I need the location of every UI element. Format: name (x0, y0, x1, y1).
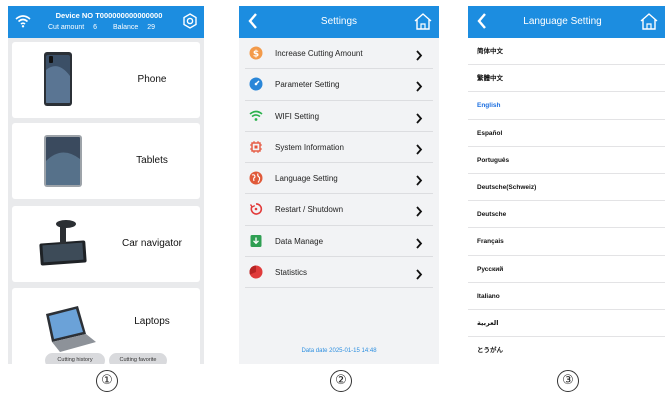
category-card-phone[interactable]: Phone (12, 42, 200, 118)
cut-amount-value: 6 (93, 24, 98, 31)
menu-item-wifi-setting[interactable]: WIFI Setting (245, 101, 433, 132)
category-label: Car navigator (121, 238, 183, 249)
language-item[interactable]: 简体中文 (468, 38, 665, 66)
page-title: Language Setting (523, 16, 602, 27)
home-header: Device NO T000000000000000 Cut amount 6 … (8, 6, 204, 38)
chevron-right-icon (415, 79, 423, 97)
menu-item-data-manage[interactable]: Data Manage (245, 226, 433, 258)
menu-item-restart-shutdown[interactable]: Restart / Shutdown (245, 194, 433, 226)
language-item[interactable]: Deutsche (468, 201, 665, 229)
category-label: Phone (137, 74, 167, 85)
menu-item-label: Statistics (275, 268, 308, 278)
settings-header: Settings (239, 6, 439, 38)
tablet-image (22, 131, 102, 191)
chevron-right-icon (415, 48, 423, 66)
language-item[interactable]: Français (468, 228, 665, 256)
language-list: 简体中文 繁體中文 English Español Português Deut… (468, 38, 665, 364)
cut-amount-label: Cut amount (48, 24, 85, 31)
laptop-image (22, 296, 102, 356)
balance-value: 29 (147, 24, 156, 31)
settings-menu: $ Increase Cutting Amount Parameter Sett… (239, 38, 439, 289)
cutting-favorite-button[interactable]: Cutting favorite (109, 353, 167, 364)
data-date: Data date 2025-01-15 14:48 (301, 348, 377, 354)
balance-label: Balance (113, 24, 139, 31)
globe-icon (249, 171, 263, 185)
menu-item-label: WIFI Setting (275, 111, 320, 121)
language-item[interactable]: Italiano (468, 283, 665, 310)
menu-item-label: Restart / Shutdown (275, 205, 344, 215)
menu-item-label: System Information (275, 142, 344, 152)
language-setting-screen: Language Setting 简体中文 繁體中文 English Españ… (468, 6, 665, 364)
language-item[interactable]: Português (468, 147, 665, 174)
menu-item-increase-cutting-amount[interactable]: $ Increase Cutting Amount (245, 38, 433, 70)
pie-chart-icon (249, 265, 263, 279)
device-number: Device NO T000000000000000 (55, 11, 163, 20)
screen-caption-1: ① (96, 370, 118, 392)
language-item[interactable]: العربية (468, 310, 665, 338)
chip-icon (249, 140, 263, 154)
language-item[interactable]: Deutsche(Schweiz) (468, 174, 665, 202)
category-card-tablets[interactable]: Tablets (12, 123, 200, 199)
page-title: Settings (320, 16, 358, 27)
language-item[interactable]: 繁體中文 (468, 65, 665, 93)
menu-item-label: Language Setting (275, 174, 338, 184)
device-stats: Cut amount 6 Balance 29 (48, 24, 158, 31)
wifi-icon (249, 109, 263, 123)
menu-item-label: Increase Cutting Amount (275, 49, 363, 58)
language-item[interactable]: とうがん (468, 337, 665, 364)
language-header: Language Setting (468, 6, 665, 38)
chevron-right-icon (415, 204, 423, 222)
phone-image (22, 50, 102, 110)
screen-caption-2: ② (330, 370, 352, 392)
dollar-icon: $ (249, 46, 263, 60)
category-label: Laptops (134, 316, 170, 327)
svg-text:$: $ (253, 49, 259, 59)
screen-caption-3: ③ (557, 370, 579, 392)
gear-icon[interactable] (182, 13, 198, 34)
car-navigator-image (22, 214, 102, 274)
chevron-right-icon (415, 173, 423, 191)
category-label: Tablets (136, 155, 168, 166)
menu-item-system-information[interactable]: System Information (245, 132, 433, 164)
restart-icon (249, 202, 263, 216)
home-icon[interactable] (639, 12, 659, 36)
settings-screen: Settings $ Increase Cutting Amount Param… (239, 6, 439, 364)
menu-item-label: Data Manage (275, 236, 324, 246)
language-item[interactable]: Русский (468, 256, 665, 283)
category-card-laptops[interactable]: Laptops (12, 288, 200, 364)
menu-item-language-setting[interactable]: Language Setting (245, 163, 433, 195)
download-icon (249, 234, 263, 248)
chevron-right-icon (415, 111, 423, 129)
menu-item-parameter-setting[interactable]: Parameter Setting (245, 69, 433, 101)
language-item[interactable]: Español (468, 120, 665, 147)
cutting-history-button[interactable]: Cutting history (45, 353, 105, 364)
category-card-car-navigator[interactable]: Car navigator (12, 206, 200, 282)
menu-item-statistics[interactable]: Statistics (245, 257, 433, 289)
home-screen: Device NO T000000000000000 Cut amount 6 … (8, 6, 204, 364)
gauge-icon (249, 77, 263, 91)
chevron-right-icon (415, 267, 423, 285)
chevron-right-icon (415, 142, 423, 160)
menu-item-label: Parameter Setting (275, 80, 340, 90)
home-icon[interactable] (413, 12, 433, 36)
chevron-right-icon (415, 236, 423, 254)
language-item-selected[interactable]: English (468, 92, 665, 120)
